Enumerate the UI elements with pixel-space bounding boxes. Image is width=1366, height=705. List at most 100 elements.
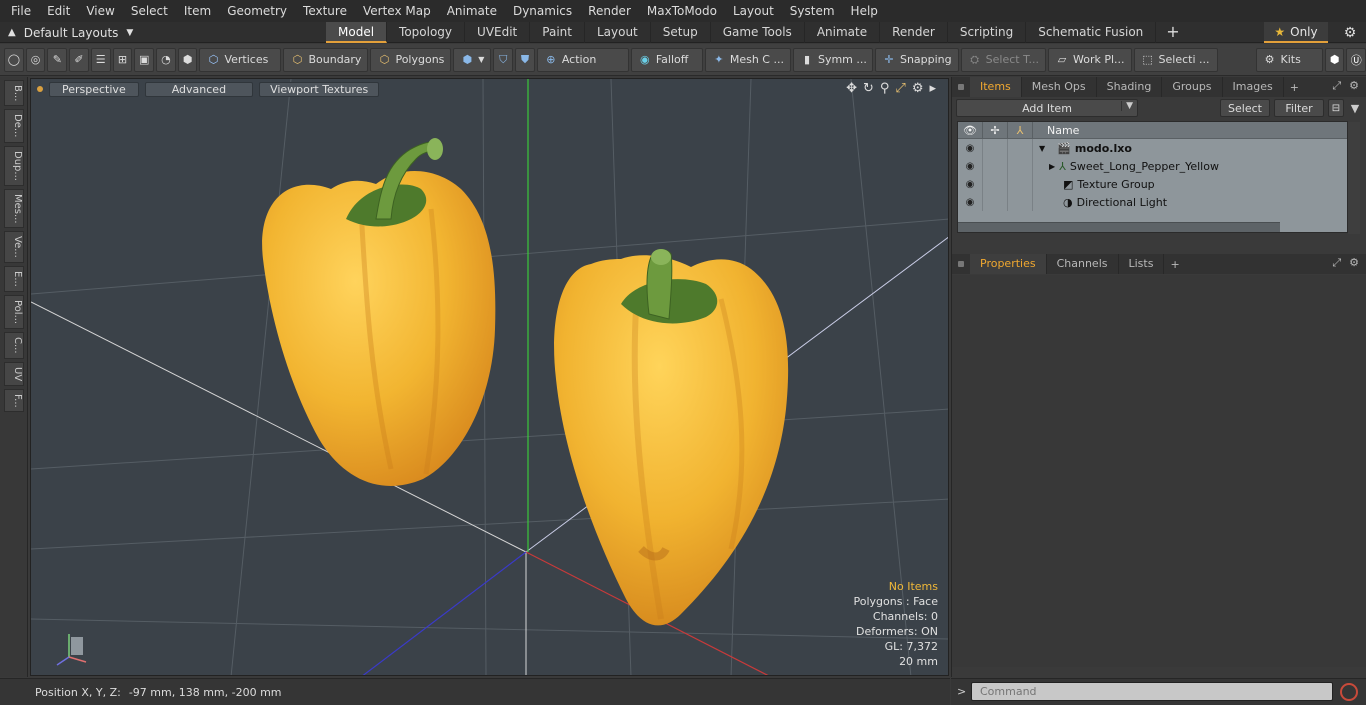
menu-file[interactable]: File [3, 0, 39, 22]
material-mode-button[interactable]: ⬢ ▼ [453, 47, 492, 72]
side-tab-fusion[interactable]: F... [4, 388, 24, 413]
add-panel-tab-icon[interactable]: + [1284, 81, 1305, 94]
panel-menu-icon[interactable] [958, 261, 964, 267]
kits-button[interactable]: ⚙ Kits [1255, 47, 1323, 72]
play-icon[interactable]: ▸ [929, 81, 936, 96]
perspective-button[interactable]: Perspective [49, 81, 139, 97]
panel-gear-icon[interactable]: ⚙ [1349, 79, 1359, 93]
select-button[interactable]: Select [1220, 99, 1270, 117]
3d-viewport[interactable]: Perspective Advanced Viewport Textures ✥… [30, 78, 949, 676]
filter-funnel-icon[interactable]: ▼ [1348, 99, 1362, 117]
unreal-icon[interactable]: Ⓤ [1346, 47, 1366, 72]
tab-channels[interactable]: Channels [1047, 254, 1119, 274]
only-toggle[interactable]: ★ Only [1264, 22, 1328, 43]
filter-button[interactable]: Filter [1274, 99, 1324, 117]
lock-icon[interactable]: ✢ [983, 122, 1008, 138]
menu-edit[interactable]: Edit [39, 0, 78, 22]
menu-animate[interactable]: Animate [439, 0, 505, 22]
tab-paint[interactable]: Paint [530, 22, 585, 43]
tab-game-tools[interactable]: Game Tools [711, 22, 805, 43]
tree-row[interactable]: ◉ ◑ Directional Light [958, 193, 1347, 211]
vertices-button[interactable]: ⬡ Vertices [199, 47, 282, 72]
side-tab-mesh-edit[interactable]: Mes... [4, 188, 24, 229]
side-tab-duplicate[interactable]: Dup... [4, 145, 24, 186]
expand-panel-icon[interactable]: ⤢ [1332, 256, 1341, 270]
tab-setup[interactable]: Setup [651, 22, 711, 43]
side-tab-uv[interactable]: UV [4, 361, 24, 386]
menu-item[interactable]: Item [176, 0, 219, 22]
panel-gear-icon[interactable]: ⚙ [1349, 256, 1359, 270]
tab-layout[interactable]: Layout [585, 22, 651, 43]
zoom-icon[interactable]: ⚲ [880, 81, 890, 96]
viewport-menu-dot-icon[interactable] [37, 86, 43, 92]
menu-texture[interactable]: Texture [295, 0, 355, 22]
command-input[interactable] [971, 682, 1333, 701]
tree-vertical-scrollbar[interactable] [1348, 122, 1360, 234]
tree-row[interactable]: ◉ ▶ ⅄ Sweet_Long_Pepper_Yellow [958, 157, 1347, 175]
menu-maxtomodo[interactable]: MaxToModo [639, 0, 725, 22]
expand-toggle-icon[interactable]: ▼ [1039, 144, 1045, 153]
tab-lists[interactable]: Lists [1119, 254, 1165, 274]
snapping-button[interactable]: ✛ Snapping [874, 47, 959, 72]
boundary-button[interactable]: ⬡ Boundary [283, 47, 369, 72]
menu-layout[interactable]: Layout [725, 0, 782, 22]
layout-expand-icon[interactable]: ▲ [8, 27, 16, 38]
pen-tool-icon[interactable]: ✎ [47, 47, 68, 72]
pepper-left[interactable] [262, 138, 496, 486]
visibility-eye-icon[interactable]: 👁 [958, 122, 983, 138]
tree-row[interactable]: ◉ ◩ Texture Group [958, 175, 1347, 193]
frame-icon[interactable]: ▣ [134, 47, 155, 72]
tree-row[interactable]: ◉ ▼ 🎬 modo.lxo [958, 139, 1347, 157]
stop-record-icon[interactable] [1340, 683, 1358, 701]
menu-dynamics[interactable]: Dynamics [505, 0, 580, 22]
move-icon[interactable]: ✥ [846, 81, 857, 96]
unity-icon[interactable]: ⬢ [1324, 47, 1345, 72]
mesh-constraint-button[interactable]: ✦ Mesh C ... [704, 47, 791, 72]
side-tab-vertex[interactable]: Ve... [4, 231, 24, 264]
tab-model[interactable]: Model [326, 22, 388, 43]
brush-icon[interactable]: ✐ [69, 47, 89, 72]
menu-vertex-map[interactable]: Vertex Map [355, 0, 439, 22]
eye-icon[interactable]: ◉ [958, 139, 983, 157]
expand-panel-icon[interactable]: ⤢ [1332, 79, 1341, 93]
side-tab-deform[interactable]: De... [4, 109, 24, 143]
tab-items[interactable]: Items [970, 77, 1022, 97]
globe-icon[interactable]: ◎ [25, 47, 46, 72]
center-icon[interactable]: ⊞ [112, 47, 133, 72]
expand-toggle-icon[interactable]: ▶ [1049, 162, 1055, 171]
tree-horizontal-scrollbar[interactable] [958, 222, 1280, 232]
tab-groups[interactable]: Groups [1162, 77, 1223, 97]
gear-icon[interactable]: ⚙ [1338, 22, 1362, 43]
work-plane-button[interactable]: ▱ Work Pl... [1047, 47, 1132, 72]
tab-images[interactable]: Images [1223, 77, 1284, 97]
item-mode-icon[interactable]: ⬢ [177, 47, 198, 72]
selection-sets-button[interactable]: ⬚ Selecti ... [1133, 47, 1218, 72]
menu-help[interactable]: Help [843, 0, 886, 22]
polygons-button[interactable]: ⬡ Polygons [370, 47, 452, 72]
menu-view[interactable]: View [78, 0, 122, 22]
maximize-icon[interactable]: ⤢ [895, 81, 905, 96]
collapse-icon[interactable]: ⊟ [1328, 99, 1344, 117]
menu-render[interactable]: Render [580, 0, 639, 22]
render-axes-icon[interactable]: ⅄ [1008, 122, 1033, 138]
panel-menu-icon[interactable] [958, 84, 964, 90]
tab-mesh-ops[interactable]: Mesh Ops [1022, 77, 1097, 97]
menu-system[interactable]: System [782, 0, 843, 22]
viewport-gear-icon[interactable]: ⚙ [912, 81, 924, 96]
rotate-icon[interactable]: ◔ [156, 47, 176, 72]
orbit-icon[interactable]: ↻ [863, 81, 874, 96]
side-tab-curve[interactable]: C... [4, 331, 24, 359]
side-tab-edge[interactable]: E... [4, 266, 24, 292]
add-tab-plus-icon[interactable]: + [1156, 22, 1189, 43]
falloff-button[interactable]: ◉ Falloff [630, 47, 703, 72]
selection-mode-circle-icon[interactable]: ◯ [4, 47, 24, 72]
symmetry-button[interactable]: ▮ Symm ... [792, 47, 873, 72]
action-center-button[interactable]: ⊕ Action [536, 47, 629, 72]
eye-icon[interactable]: ◉ [958, 193, 983, 211]
side-tab-basic[interactable]: B... [4, 80, 24, 107]
layouts-dropdown[interactable]: ▲ Default Layouts ▼ [8, 22, 133, 43]
tab-render[interactable]: Render [880, 22, 948, 43]
viewport-textures-button[interactable]: Viewport Textures [259, 81, 380, 97]
shield-check-icon[interactable]: ⛊ [515, 47, 535, 72]
tab-properties[interactable]: Properties [970, 254, 1047, 274]
